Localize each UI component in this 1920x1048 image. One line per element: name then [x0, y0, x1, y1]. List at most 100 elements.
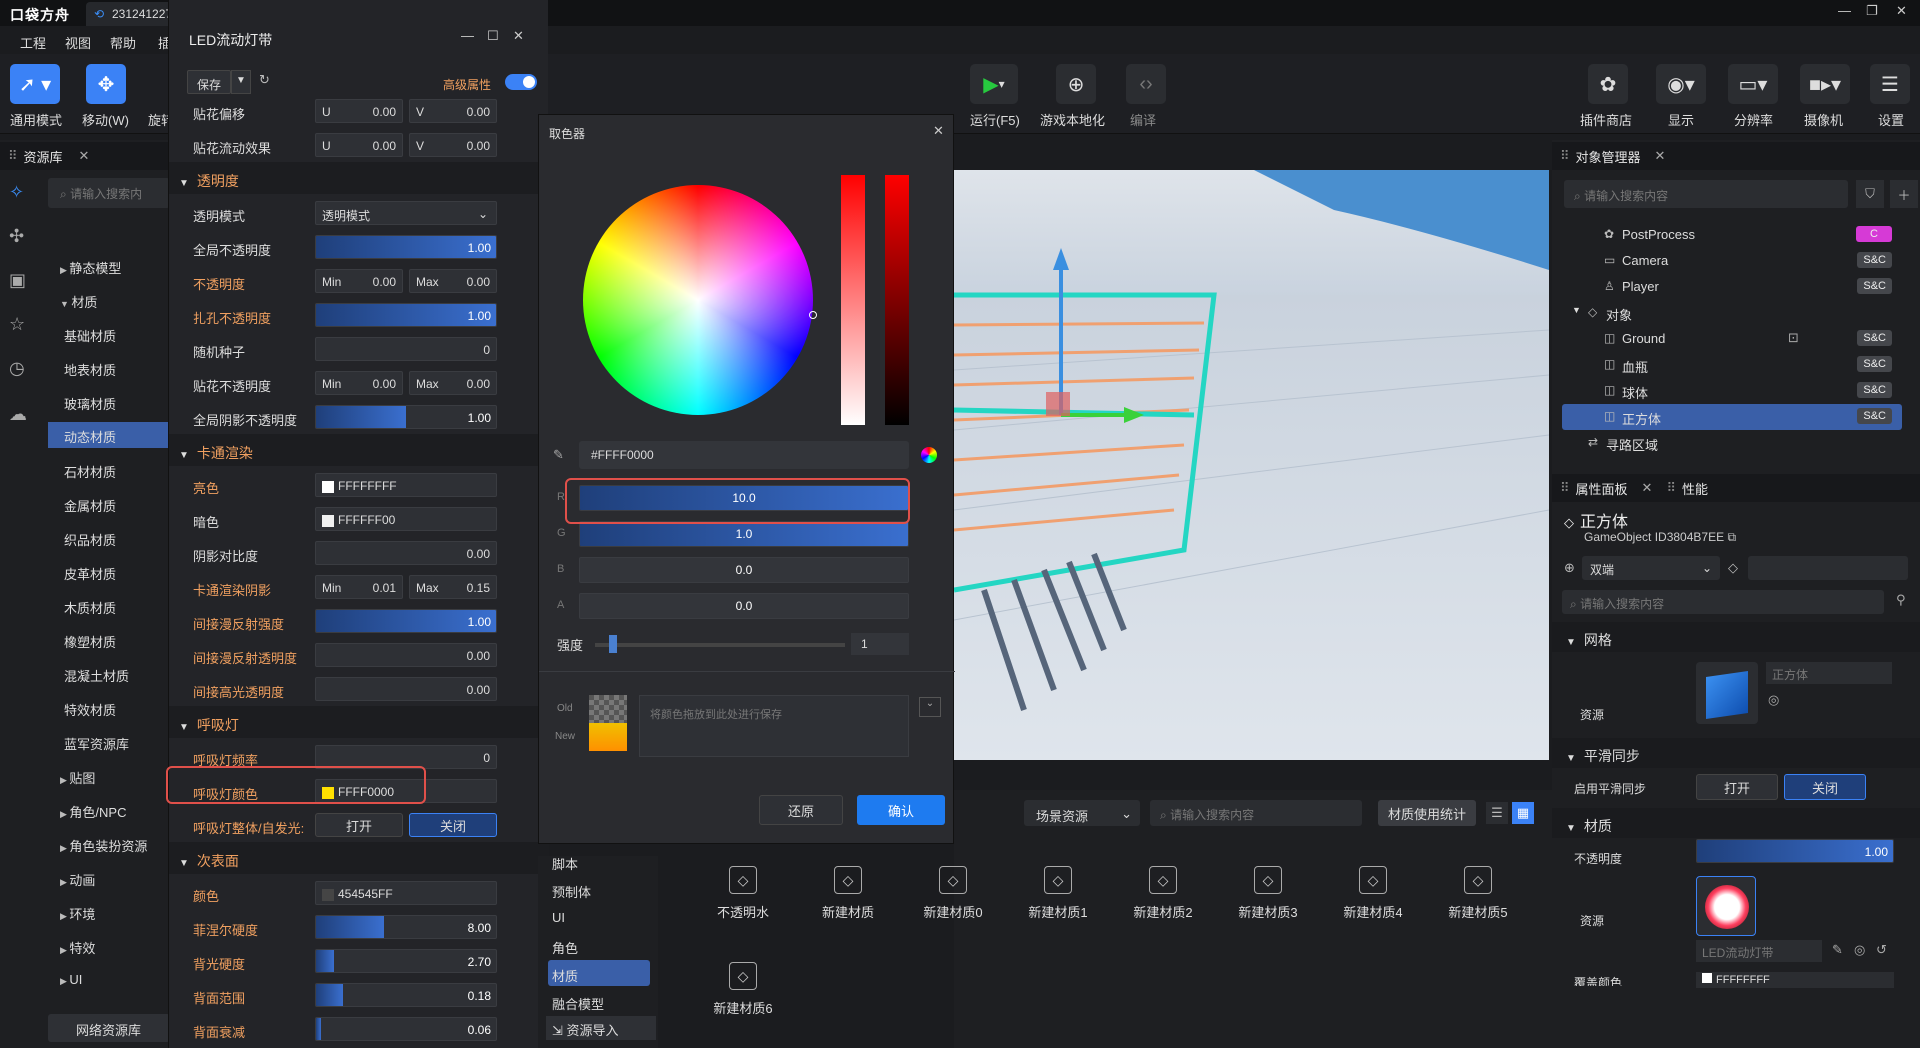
maximize-icon[interactable]: ☐ — [487, 28, 499, 44]
reset-icon[interactable]: ↺ — [1876, 942, 1887, 958]
property-search-input[interactable]: ⌕ 请输入搜索内容 — [1562, 590, 1884, 614]
localize-button[interactable]: ⊕ — [1056, 64, 1096, 104]
mesh-thumbnail[interactable] — [1696, 662, 1758, 724]
asset-tree-item[interactable]: 地表材质 — [64, 360, 116, 379]
object-item[interactable]: ⇄ 寻路区域 — [1562, 430, 1902, 456]
plugin-store-button[interactable]: ✿ — [1588, 64, 1628, 104]
intensity-slider[interactable] — [595, 643, 845, 647]
asset-tree-item[interactable]: ▶ 动画 — [60, 870, 95, 889]
close-icon[interactable]: ✕ — [1642, 480, 1653, 496]
category-item[interactable]: 材质 — [548, 960, 650, 986]
asset-search-input[interactable]: ⌕ 请输入搜索内 — [48, 178, 170, 208]
select-mode-button[interactable]: ➚ ▾ — [10, 64, 60, 104]
locate-icon[interactable]: ◎ — [1768, 692, 1779, 708]
value-field[interactable]: 0.00 — [315, 643, 497, 667]
value-slider[interactable]: 1.00 — [315, 235, 497, 259]
asset-item[interactable]: ◇ 新建材质 — [808, 866, 888, 921]
asset-item[interactable]: ◇ 不透明水 — [703, 866, 783, 921]
category-item[interactable]: 角色 — [548, 932, 650, 958]
asset-tree-item[interactable]: 木质材质 — [64, 598, 116, 617]
asset-item[interactable]: ◇ 新建材质4 — [1333, 866, 1413, 921]
material-section[interactable]: ▼ 材质 — [1552, 808, 1920, 838]
compile-button[interactable]: ‹› — [1126, 64, 1166, 104]
min-field[interactable]: Min 0.00 — [315, 371, 403, 395]
value-slider[interactable]: 1.00 — [315, 609, 497, 633]
asset-tree-item[interactable]: ▶ 角色装扮资源 — [60, 836, 147, 855]
asset-item[interactable]: ◇ 新建材质2 — [1123, 866, 1203, 921]
asset-tree-item[interactable]: 基础材质 — [64, 326, 116, 345]
run-button[interactable]: ▶ ▾ — [970, 64, 1018, 104]
reset-button[interactable]: 还原 — [759, 795, 843, 825]
category-item[interactable]: 预制体 — [548, 876, 650, 902]
section-header[interactable]: ▼ 卡通渲染 — [169, 434, 549, 466]
object-item[interactable]: ▼ ◇ 对象 — [1562, 300, 1902, 326]
asset-tree-item[interactable]: 织品材质 — [64, 530, 116, 549]
asset-item[interactable]: ◇ 新建材质5 — [1438, 866, 1518, 921]
close-icon[interactable]: ✕ — [79, 148, 90, 164]
tag-input[interactable] — [1748, 556, 1908, 580]
value-field[interactable]: 0.00 — [315, 541, 497, 565]
close-icon[interactable]: ✕ — [933, 123, 944, 139]
nodes-icon[interactable]: ✣ — [9, 226, 24, 247]
restore-icon[interactable]: ❐ — [1866, 3, 1878, 19]
grid-view-icon[interactable]: ▦ — [1512, 802, 1534, 824]
intensity-handle[interactable] — [609, 635, 617, 653]
minimize-icon[interactable]: — — [461, 28, 474, 43]
value-slider[interactable]: 1.00 — [315, 405, 497, 429]
color-field[interactable]: 454545FF — [315, 881, 497, 905]
value-slider[interactable]: 2.70 — [315, 949, 497, 973]
import-button[interactable]: ⇲ 资源导入 — [546, 1016, 656, 1040]
filter-icon[interactable]: ⛉ — [1856, 180, 1884, 208]
category-item[interactable]: 融合模型 — [548, 988, 650, 1014]
asset-tree-item[interactable]: 蓝军资源库 — [64, 734, 129, 753]
move-button[interactable]: ✥ — [86, 64, 126, 104]
palette-icon[interactable] — [921, 447, 937, 463]
menu-project[interactable]: 工程 — [20, 33, 46, 52]
chevron-down-icon[interactable]: ⌄ — [919, 697, 941, 717]
channel-slider[interactable]: 0.0 — [579, 557, 909, 583]
object-search-input[interactable]: ⌕ 请输入搜索内容 — [1564, 180, 1848, 208]
mesh-section[interactable]: ▼ 网格 — [1552, 622, 1920, 652]
refresh-icon[interactable]: ↻ — [259, 72, 270, 88]
channel-slider[interactable]: 1.0 — [579, 521, 909, 547]
color-field[interactable]: FFFFFFFF — [315, 473, 497, 497]
bottom-search-input[interactable]: ⌕ 请输入搜索内容 — [1150, 800, 1362, 826]
asset-tree-item[interactable]: 混凝土材质 — [64, 666, 129, 685]
tab-performance[interactable]: 性能 — [1682, 479, 1708, 498]
asset-tree-item[interactable]: 皮革材质 — [64, 564, 116, 583]
display-button[interactable]: ◉▾ — [1656, 64, 1706, 104]
assets-icon[interactable]: ✧ — [9, 182, 24, 203]
object-item[interactable]: ◫ 血瓶 S&C — [1562, 352, 1902, 378]
asset-tree-item[interactable]: ▶ UI — [60, 972, 82, 987]
category-item[interactable]: UI — [548, 904, 650, 930]
briefcase-icon[interactable]: ▣ — [9, 270, 26, 291]
on-button[interactable]: 打开 — [315, 813, 403, 837]
wheel-cursor[interactable] — [809, 311, 817, 319]
asset-tree-item[interactable]: 动态材质 — [48, 422, 170, 448]
upload-icon[interactable]: ☁ — [9, 404, 27, 425]
asset-item[interactable]: ◇ 新建材质1 — [1018, 866, 1098, 921]
network-assets-button[interactable]: 网络资源库 — [48, 1014, 170, 1042]
opacity-bar[interactable]: 1.00 — [1696, 839, 1894, 863]
material-stats-button[interactable]: 材质使用统计 — [1378, 800, 1476, 826]
asset-item[interactable]: ◇ 新建材质3 — [1228, 866, 1308, 921]
network-select[interactable]: 双端 ⌄ — [1582, 556, 1720, 580]
section-header[interactable]: ▼ 呼吸灯 — [169, 706, 549, 738]
asset-item[interactable]: ◇ 新建材质0 — [913, 866, 993, 921]
object-item[interactable]: ♙ Player S&C — [1562, 274, 1902, 300]
asset-tree-item[interactable]: 橡塑材质 — [64, 632, 116, 651]
object-item[interactable]: ◫ 球体 S&C — [1562, 378, 1902, 404]
smooth-sync-section[interactable]: ▼ 平滑同步 — [1552, 738, 1920, 768]
off-button[interactable]: 关闭 — [409, 813, 497, 837]
object-item[interactable]: ▭ Camera S&C — [1562, 248, 1902, 274]
section-header[interactable]: ▼ 透明度 — [169, 162, 549, 194]
edit-icon[interactable]: ✎ — [1832, 942, 1843, 958]
object-item[interactable]: ◫ Ground S&C ⊡ — [1562, 326, 1902, 352]
material-resource-field[interactable]: LED流动灯带 — [1696, 940, 1822, 962]
mode-select[interactable]: 透明模式 ⌄ — [315, 201, 497, 225]
smooth-on-button[interactable]: 打开 — [1696, 774, 1778, 800]
asset-tree-item[interactable]: 金属材质 — [64, 496, 116, 515]
u-field[interactable]: U 0.00 — [315, 99, 403, 123]
max-field[interactable]: Max 0.00 — [409, 269, 497, 293]
asset-tree-item[interactable]: 玻璃材质 — [64, 394, 116, 413]
